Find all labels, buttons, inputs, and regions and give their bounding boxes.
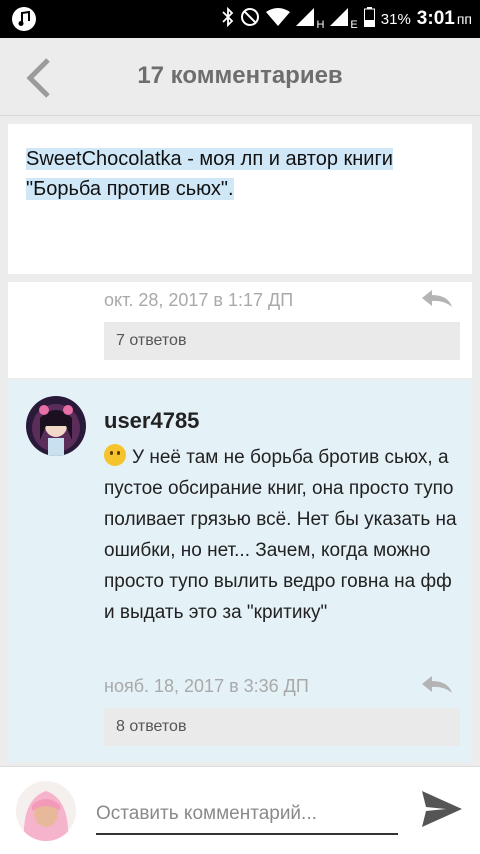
- replies-button[interactable]: 8 ответов: [104, 708, 460, 746]
- signal-icon-2: [330, 7, 349, 31]
- replies-button[interactable]: 7 ответов: [104, 322, 460, 360]
- network-type-2: E: [350, 19, 358, 31]
- page-title: 17 комментариев: [137, 62, 343, 89]
- avatar[interactable]: [26, 396, 86, 456]
- battery-percent: 31%: [380, 10, 411, 28]
- comment-text-wrap: SweetChocolatka - моя лп и автор книги "…: [26, 144, 446, 204]
- comment-date: окт. 28, 2017 в 1:17 ДП: [104, 290, 294, 310]
- do-not-disturb-icon: [240, 7, 260, 32]
- clock: 3:01 пп: [417, 8, 472, 30]
- user-avatar: [16, 781, 76, 841]
- clock-suffix: пп: [456, 11, 472, 27]
- clock-time: 3:01: [416, 8, 455, 29]
- comment-date: нояб. 18, 2017 в 3:36 ДП: [104, 676, 309, 696]
- comment-body: У неё там не борьба бротив сьюх, а пусто…: [104, 442, 464, 628]
- send-button[interactable]: [420, 789, 466, 833]
- signal-icon: [296, 7, 315, 31]
- status-bar: H E 31% 3:01 пп: [0, 0, 480, 38]
- comment-card-text: SweetChocolatka - моя лп и автор книги "…: [8, 124, 472, 274]
- app-header: 17 комментариев: [0, 38, 480, 116]
- username[interactable]: user4785: [104, 408, 199, 434]
- reply-button[interactable]: [420, 674, 454, 701]
- reply-arrow-icon: [422, 676, 452, 693]
- wifi-icon: [266, 7, 291, 31]
- emoji-icon: [104, 444, 126, 466]
- reply-arrow-icon: [422, 290, 452, 307]
- comment-text: У неё там не борьба бротив сьюх, а пусто…: [104, 447, 457, 623]
- comment-input[interactable]: [96, 795, 398, 835]
- comment-composer: [0, 766, 480, 854]
- battery-icon: [363, 6, 375, 32]
- music-note-icon: [12, 7, 36, 31]
- comment-footer: окт. 28, 2017 в 1:17 ДП 7 ответов: [8, 282, 472, 378]
- network-type-1: H: [316, 19, 325, 31]
- bluetooth-icon: [222, 6, 234, 32]
- comment-text: SweetChocolatka - моя лп и автор книги "…: [26, 148, 393, 200]
- reply-button[interactable]: [420, 288, 454, 315]
- send-icon: [422, 791, 462, 827]
- comment-card: user4785 У неё там не борьба бротив сьюх…: [8, 380, 472, 762]
